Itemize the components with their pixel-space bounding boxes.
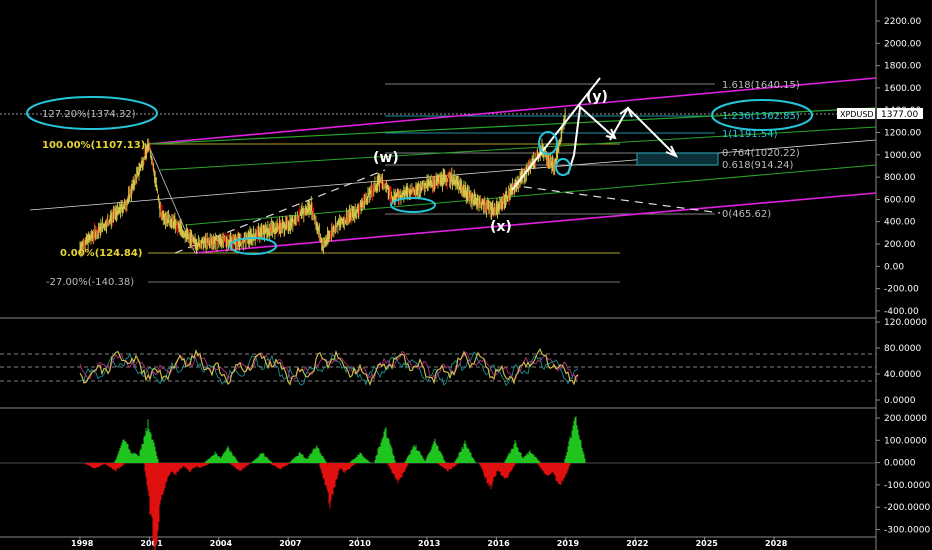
- symbol-tag[interactable]: XPDUSD: [837, 108, 875, 119]
- price-tick-label: 2200.00: [884, 17, 921, 27]
- price-tick-label: 1000.00: [884, 151, 921, 161]
- rsi-tick-label: 0.0000: [884, 396, 916, 406]
- target-zone-box[interactable]: [636, 152, 719, 166]
- date-tick-label: 2007: [279, 539, 301, 548]
- price-tick-label: 0.00: [884, 262, 904, 272]
- date-tick-label: 2001: [140, 539, 163, 548]
- date-tick-label: 2028: [765, 539, 788, 548]
- wave-label-x: (x): [490, 219, 512, 235]
- symbol-label: XPDUSD: [840, 110, 874, 119]
- wave-label-w: (w): [373, 150, 399, 166]
- price-tick-label: 400.00: [884, 218, 916, 228]
- price-tick-label: -400.00: [884, 307, 919, 317]
- price-tick-label: 800.00: [884, 173, 916, 183]
- macd-tick-label: 200.0000: [884, 414, 927, 424]
- target-label-0764: 0.764(1020.22): [722, 148, 800, 159]
- fib-label-neg27: -27.00%(-140.38): [46, 277, 134, 288]
- date-tick-label: 2022: [626, 539, 648, 548]
- trading-chart[interactable]: 2200.002000.001800.001600.001400.001200.…: [0, 0, 932, 550]
- price-tick-label: -200.00: [884, 285, 919, 295]
- target-label-0: 0(465.62): [722, 209, 771, 220]
- fib-label-127: 127.20%(1374.32): [42, 109, 136, 120]
- date-tick-label: 2016: [487, 539, 510, 548]
- target-label-0618: 0.618(914.24): [722, 160, 794, 171]
- rsi-tick-label: 120.0000: [884, 318, 927, 328]
- price-tag[interactable]: 1377.00: [877, 108, 923, 120]
- date-tick-label: 2004: [210, 539, 233, 548]
- target-label-1236: 1.236(1362.85): [722, 111, 800, 122]
- wave-label-y: (y): [586, 89, 608, 105]
- target-label-1618: 1.618(1640.15): [722, 80, 800, 91]
- date-tick-label: 2013: [418, 539, 440, 548]
- date-tick-label: 2019: [557, 539, 580, 548]
- rsi-tick-label: 80.0000: [884, 344, 921, 354]
- macd-tick-label: 100.0000: [884, 436, 927, 446]
- price-tick-label: 1600.00: [884, 84, 921, 94]
- fib-label-100: 100.00%(1107.13): [42, 140, 145, 151]
- target-label-1: 1(1191.54): [722, 129, 778, 140]
- date-tick-label: 2025: [696, 539, 719, 548]
- macd-tick-label: -200.0000: [884, 503, 930, 513]
- price-tick-label: 200.00: [884, 240, 916, 250]
- rsi-tick-label: 40.0000: [884, 370, 921, 380]
- price-tick-label: 600.00: [884, 195, 916, 205]
- date-tick-label: 1998: [71, 539, 94, 548]
- price-tick-label: 2000.00: [884, 39, 921, 49]
- fib-label-0: 0.00%(124.84): [60, 248, 142, 259]
- price-tick-label: 1800.00: [884, 62, 921, 72]
- macd-tick-label: -100.0000: [884, 481, 930, 491]
- price-tag-label: 1377.00: [881, 110, 918, 120]
- price-tick-label: 1200.00: [884, 129, 921, 139]
- date-tick-label: 2010: [349, 539, 372, 548]
- macd-tick-label: -300.0000: [884, 526, 930, 536]
- macd-tick-label: 0.0000: [884, 459, 916, 469]
